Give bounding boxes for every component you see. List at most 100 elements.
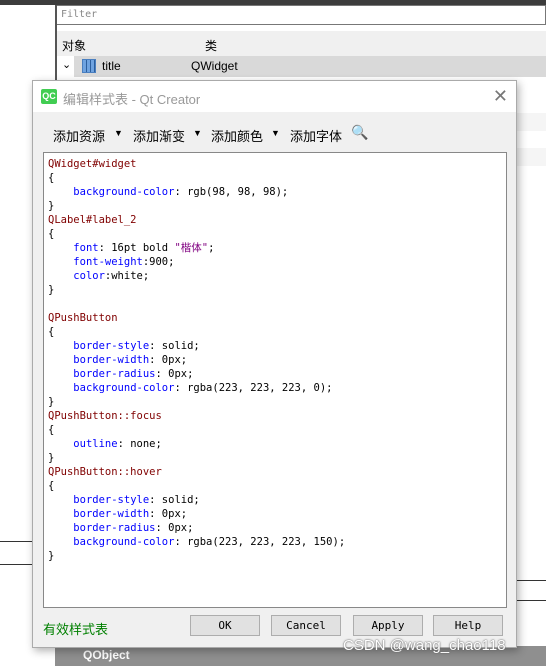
cancel-button[interactable]: Cancel (271, 615, 341, 636)
code-token: border-style (73, 494, 150, 506)
dropdown-arrow-icon[interactable]: ▼ (114, 128, 123, 138)
code-line: } (48, 199, 502, 213)
code-line: } (48, 549, 502, 563)
code-token: { (48, 228, 55, 240)
row-stripe (516, 148, 546, 166)
add-color-button[interactable]: 添加颜色 (211, 126, 263, 145)
code-token: } (48, 200, 55, 212)
code-line: } (48, 451, 502, 465)
code-token: : rgba(223, 223, 223, 0); (174, 382, 333, 394)
widget-icon (82, 59, 96, 73)
stylesheet-dialog: QC 编辑样式表 - Qt Creator ✕ 添加资源 ▼ 添加渐变 ▼ 添加… (32, 80, 517, 648)
class-name: QWidget (191, 59, 238, 73)
code-token: QLabel#label_2 (48, 214, 137, 226)
help-button[interactable]: Help (433, 615, 503, 636)
code-token: border-style (73, 340, 150, 352)
code-token: background-color (73, 186, 175, 198)
code-token: : solid; (149, 340, 200, 352)
row-label: QObject (83, 648, 130, 662)
code-line: border-radius: 0px; (48, 521, 502, 535)
code-token: : 16pt bold (98, 242, 175, 254)
code-line: } (48, 395, 502, 409)
column-object[interactable]: 对象 (62, 37, 86, 54)
code-token: :900; (142, 256, 175, 268)
code-token: border-width (73, 354, 150, 366)
code-token: } (48, 284, 55, 296)
code-token: } (48, 396, 55, 408)
code-line: font-weight:900; (48, 255, 502, 269)
toolbar: 添加资源 ▼ 添加渐变 ▼ 添加颜色 ▼ 添加字体 🔍 (33, 112, 516, 152)
filter-input[interactable]: Filter (57, 5, 546, 25)
code-token: font (73, 242, 99, 254)
code-token: "楷体" (174, 242, 209, 254)
tree-row[interactable]: title QWidget (74, 56, 546, 77)
code-token: QWidget#widget (48, 158, 137, 170)
qt-creator-icon: QC (41, 89, 57, 104)
add-resource-button[interactable]: 添加资源 (53, 126, 105, 145)
title-bar: QC 编辑样式表 - Qt Creator ✕ (33, 81, 516, 112)
ok-button[interactable]: OK (190, 615, 260, 636)
add-gradient-button[interactable]: 添加渐变 (133, 126, 185, 145)
dropdown-arrow-icon[interactable]: ▼ (193, 128, 202, 138)
code-line: { (48, 423, 502, 437)
code-token: QPushButton (48, 312, 118, 324)
column-class[interactable]: 类 (205, 37, 217, 54)
code-token: outline (73, 438, 118, 450)
code-token: : 0px; (155, 522, 194, 534)
add-font-button[interactable]: 添加字体 (290, 126, 342, 145)
chevron-down-icon[interactable]: ⌄ (62, 58, 71, 71)
code-line: { (48, 171, 502, 185)
code-line: } (48, 283, 502, 297)
code-line: QLabel#label_2 (48, 213, 502, 227)
code-token: : rgb(98, 98, 98); (174, 186, 289, 198)
code-line: border-width: 0px; (48, 507, 502, 521)
code-line: border-radius: 0px; (48, 367, 502, 381)
code-token: { (48, 326, 55, 338)
stylesheet-editor[interactable]: QWidget#widget{ background-color: rgb(98… (43, 152, 507, 608)
code-line: font: 16pt bold "楷体"; (48, 241, 502, 255)
code-token: } (48, 550, 55, 562)
code-token: : 0px; (155, 368, 194, 380)
status-label: 有效样式表 (43, 622, 109, 637)
code-token: ; (208, 242, 215, 254)
code-token: QPushButton::focus (48, 410, 162, 422)
code-token: : 0px; (149, 354, 188, 366)
dialog-title: 编辑样式表 - Qt Creator (63, 92, 201, 107)
apply-button[interactable]: Apply (353, 615, 423, 636)
code-token: : none; (117, 438, 162, 450)
search-icon[interactable]: 🔍 (351, 124, 368, 141)
code-line: { (48, 227, 502, 241)
code-line: { (48, 325, 502, 339)
close-icon[interactable]: ✕ (493, 86, 508, 107)
code-line: outline: none; (48, 437, 502, 451)
code-token: border-width (73, 508, 150, 520)
code-token: border-radius (73, 522, 156, 534)
code-token: { (48, 424, 55, 436)
divider (517, 580, 546, 581)
code-line: QPushButton::hover (48, 465, 502, 479)
code-line: background-color: rgb(98, 98, 98); (48, 185, 502, 199)
code-line: border-style: solid; (48, 493, 502, 507)
watermark: CSDN @wang_chao118 (343, 637, 506, 654)
code-token: } (48, 452, 55, 464)
code-line: QWidget#widget (48, 157, 502, 171)
code-token: color (73, 270, 105, 282)
code-line: QPushButton (48, 311, 502, 325)
code-token: background-color (73, 382, 175, 394)
dropdown-arrow-icon[interactable]: ▼ (271, 128, 280, 138)
code-line: border-width: 0px; (48, 353, 502, 367)
